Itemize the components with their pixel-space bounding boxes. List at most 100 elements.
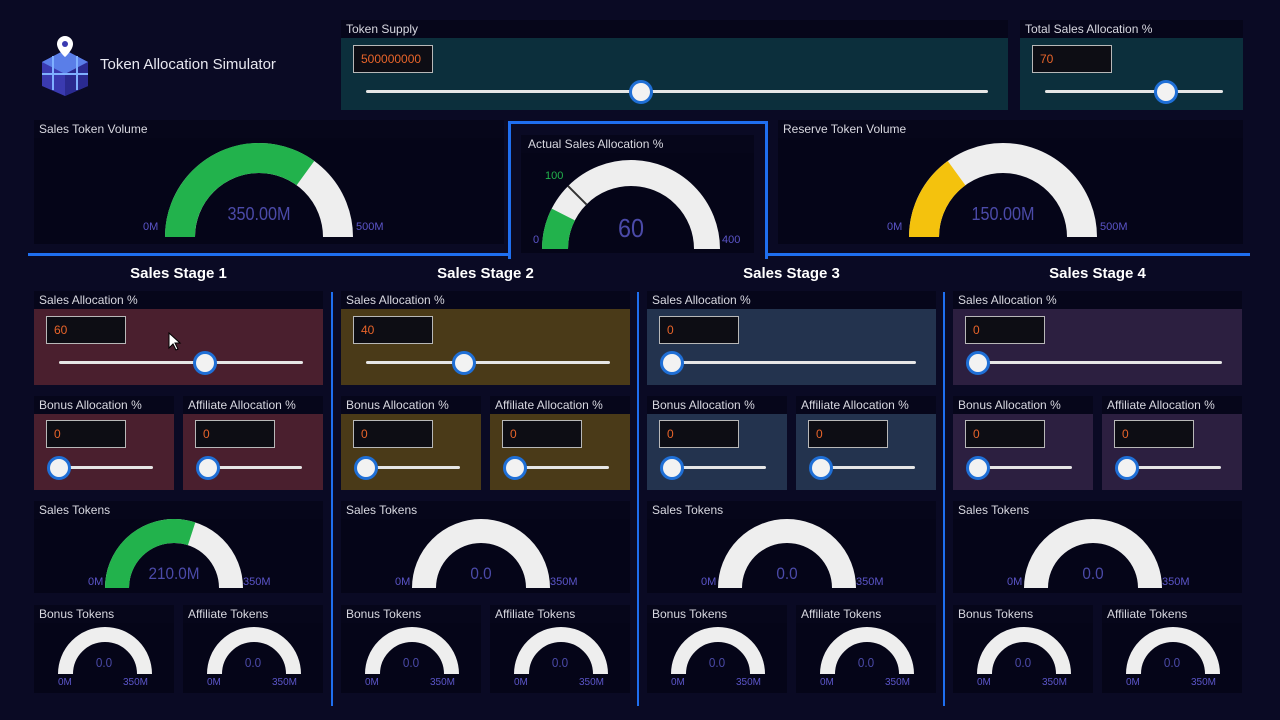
sales-tokens-min: 0M [1007,576,1023,588]
sales-alloc-slider-track[interactable] [978,361,1222,364]
sales-token-volume-value: 350.00M [227,204,291,224]
affiliate-alloc-slider-track[interactable] [515,466,609,469]
stage-title: Sales Stage 1 [130,265,227,282]
token-supply-input[interactable]: 500000000 [353,45,433,73]
sales-tokens-min: 0M [701,576,717,588]
bonus-tokens-max: 350M [123,677,149,688]
affiliate-tokens-min: 0M [207,677,221,688]
token-supply-slider-thumb[interactable] [629,80,653,104]
sales-alloc-slider-track[interactable] [672,361,916,364]
bonus-alloc-slider-thumb[interactable] [966,456,990,480]
affiliate-alloc-slider-thumb[interactable] [1115,456,1139,480]
bonus-tokens-max: 350M [1042,677,1068,688]
affiliate-alloc-slider-track[interactable] [821,466,915,469]
affiliate-tokens-value: 0.0 [551,655,569,670]
gauge-fill [165,143,315,238]
sales-alloc-slider-track[interactable] [366,361,610,364]
affiliate-alloc-input[interactable]: 0 [195,420,275,448]
sales-alloc-input[interactable]: 0 [659,316,739,344]
sales-alloc-slider-thumb[interactable] [966,351,990,375]
affiliate-tokens-panel: Affiliate Tokens 0.0 0M 350M [490,605,630,693]
affiliate-tokens-max: 350M [885,677,911,688]
bonus-alloc-label: Bonus Allocation % [34,396,174,414]
bonus-alloc-slider-thumb[interactable] [47,456,71,480]
bonus-alloc-panel: Bonus Allocation % 0 [34,396,174,490]
total-sales-alloc-input[interactable]: 70 [1032,45,1112,73]
sales-alloc-input[interactable]: 40 [353,316,433,344]
sales-tokens-panel: Sales Tokens 0.0 0M 350M [341,501,630,593]
sales-tokens-panel: Sales Tokens 210.0M 0M 350M [34,501,323,593]
sales-alloc-slider-thumb[interactable] [660,351,684,375]
bonus-alloc-slider-track[interactable] [672,466,766,469]
bonus-tokens-label: Bonus Tokens [34,605,174,623]
bonus-tokens-label: Bonus Tokens [953,605,1093,623]
affiliate-alloc-slider-track[interactable] [1127,466,1221,469]
actual-sales-alloc-label: Actual Sales Allocation % [521,135,754,153]
reserve-token-volume-min: 0M [887,221,903,233]
bonus-tokens-value: 0.0 [402,655,420,670]
token-supply-slider-track[interactable] [366,90,988,93]
affiliate-alloc-label: Affiliate Allocation % [490,396,630,414]
affiliate-tokens-panel: Affiliate Tokens 0.0 0M 350M [183,605,323,693]
bonus-tokens-min: 0M [671,677,685,688]
cube-logo-icon [42,36,88,96]
sales-alloc-slider-thumb[interactable] [451,351,476,375]
total-sales-alloc-panel: Total Sales Allocation % 70 [1020,20,1243,110]
affiliate-alloc-slider-thumb[interactable] [503,456,527,480]
bonus-tokens-panel: Bonus Tokens 0.0 0M 350M [34,605,174,693]
affiliate-alloc-input[interactable]: 0 [502,420,582,448]
affiliate-tokens-max: 350M [579,677,605,688]
sales-alloc-slider-track[interactable] [59,361,303,364]
total-sales-alloc-slider-track[interactable] [1045,90,1223,93]
affiliate-alloc-input[interactable]: 0 [1114,420,1194,448]
bonus-tokens-min: 0M [977,677,991,688]
sales-alloc-panel: Sales Allocation % 0 [647,291,936,385]
affiliate-tokens-min: 0M [1126,677,1140,688]
actual-sales-alloc-panel: Actual Sales Allocation % 60 100 0 400 [521,135,754,253]
header-divider-right [765,253,1250,256]
bonus-alloc-input[interactable]: 0 [46,420,126,448]
affiliate-alloc-input[interactable]: 0 [808,420,888,448]
bonus-alloc-slider-track[interactable] [978,466,1072,469]
bonus-alloc-slider-track[interactable] [59,466,153,469]
affiliate-tokens-panel: Affiliate Tokens 0.0 0M 350M [1102,605,1242,693]
sales-tokens-label: Sales Tokens [953,501,1242,519]
affiliate-alloc-slider-track[interactable] [208,466,302,469]
affiliate-tokens-min: 0M [820,677,834,688]
sales-alloc-slider-thumb[interactable] [193,351,218,375]
affiliate-alloc-slider-thumb[interactable] [809,456,833,480]
affiliate-tokens-max: 350M [272,677,298,688]
bonus-alloc-input[interactable]: 0 [353,420,433,448]
sales-alloc-label: Sales Allocation % [647,291,936,309]
affiliate-alloc-slider-thumb[interactable] [196,456,220,480]
actual-sales-alloc-min: 0 [533,234,540,246]
total-sales-alloc-slider-thumb[interactable] [1154,80,1178,104]
token-supply-label: Token Supply [341,20,1008,38]
affiliate-alloc-label: Affiliate Allocation % [796,396,936,414]
bonus-alloc-slider-thumb[interactable] [354,456,378,480]
affiliate-alloc-panel: Affiliate Allocation % 0 [490,396,630,490]
sales-tokens-value: 210.0M [148,564,200,583]
bonus-tokens-panel: Bonus Tokens 0.0 0M 350M [341,605,481,693]
bonus-tokens-value: 0.0 [95,655,113,670]
bonus-tokens-value: 0.0 [708,655,726,670]
sales-tokens-min: 0M [88,576,104,588]
app-title: Token Allocation Simulator [100,56,276,73]
bonus-alloc-panel: Bonus Allocation % 0 [953,396,1093,490]
bonus-alloc-input[interactable]: 0 [965,420,1045,448]
bonus-tokens-label: Bonus Tokens [647,605,787,623]
bonus-alloc-slider-thumb[interactable] [660,456,684,480]
affiliate-tokens-value: 0.0 [857,655,875,670]
affiliate-alloc-label: Affiliate Allocation % [1102,396,1242,414]
affiliate-tokens-label: Affiliate Tokens [796,605,936,623]
sales-tokens-max: 350M [1162,576,1190,588]
bonus-alloc-input[interactable]: 0 [659,420,739,448]
sales-token-volume-max: 500M [356,221,384,233]
sales-alloc-input[interactable]: 60 [46,316,126,344]
bonus-alloc-slider-track[interactable] [366,466,460,469]
bonus-tokens-panel: Bonus Tokens 0.0 0M 350M [953,605,1093,693]
actual-sales-alloc-target: 100 [545,170,564,182]
sales-alloc-input[interactable]: 0 [965,316,1045,344]
gauge-fill [909,160,966,238]
stage-title: Sales Stage 2 [437,265,534,282]
